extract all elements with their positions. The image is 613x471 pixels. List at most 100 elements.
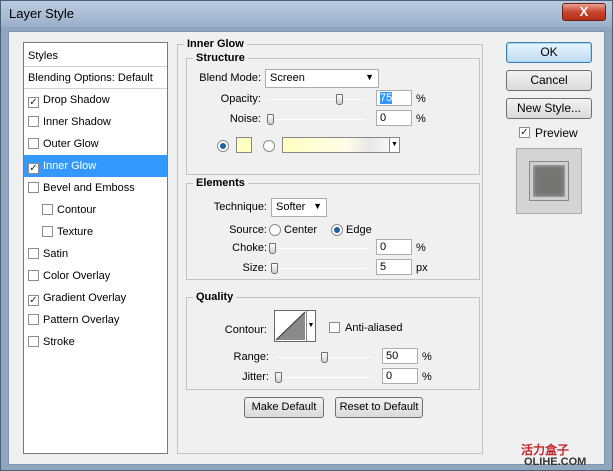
style-checkbox[interactable] [28, 182, 39, 193]
preview-checkbox[interactable]: ✓ [519, 127, 530, 138]
blend-mode-select[interactable]: Screen ▼ [265, 69, 379, 88]
preview-label: Preview [535, 126, 578, 140]
styles-list-item[interactable]: Stroke [24, 331, 167, 353]
reset-to-default-button[interactable]: Reset to Default [335, 397, 423, 418]
technique-select[interactable]: Softer ▼ [271, 198, 327, 217]
styles-list-item[interactable]: ✓ Inner Glow [24, 155, 167, 177]
watermark-url: OLIHE.COM [524, 456, 587, 468]
choke-slider-thumb[interactable] [269, 243, 276, 254]
ok-button[interactable]: OK [506, 42, 592, 63]
inner-glow-group: Inner Glow Structure Blend Mode: Screen … [177, 38, 483, 454]
style-checkbox[interactable] [28, 270, 39, 281]
opacity-input[interactable]: 75 [376, 90, 412, 106]
cancel-button[interactable]: Cancel [506, 70, 592, 91]
styles-list-item[interactable]: Color Overlay [24, 265, 167, 287]
size-input[interactable]: 5 [376, 259, 412, 275]
source-edge-radio[interactable] [331, 224, 343, 236]
styles-list-label: Outer Glow [43, 138, 99, 150]
styles-list-item[interactable]: Blending Options: Default [24, 67, 167, 89]
contour-curve-icon [275, 311, 306, 341]
noise-slider-track[interactable] [267, 119, 365, 120]
choke-unit: % [416, 242, 426, 254]
style-checkbox[interactable] [28, 314, 39, 325]
new-style-button[interactable]: New Style... [506, 98, 592, 119]
styles-list-label: Texture [57, 226, 94, 238]
contour-picker[interactable]: ▼ [274, 310, 316, 342]
make-default-button[interactable]: Make Default [244, 397, 324, 418]
styles-list-item[interactable]: Satin [24, 243, 167, 265]
source-center-radio[interactable] [269, 224, 281, 236]
styles-list-item[interactable]: ✓ Gradient Overlay [24, 287, 167, 309]
styles-list-label: Inner Shadow [43, 116, 111, 128]
styles-list-item[interactable]: Outer Glow [24, 133, 167, 155]
gradient-picker[interactable]: ▼ [282, 137, 400, 153]
styles-list-item[interactable]: Inner Shadow [24, 111, 167, 133]
title-bar[interactable]: Layer Style X [1, 1, 612, 27]
glow-color-swatch[interactable] [236, 137, 252, 153]
chevron-down-icon: ▼ [313, 201, 322, 211]
preview-swatch [530, 162, 568, 200]
elements-group: Elements Technique: Softer ▼ Source: Cen… [186, 177, 480, 280]
range-slider-thumb[interactable] [321, 352, 328, 363]
style-checkbox[interactable] [28, 248, 39, 259]
solid-color-radio[interactable] [217, 140, 229, 152]
range-input[interactable]: 50 [382, 348, 418, 364]
range-label: Range: [233, 351, 269, 363]
styles-list-label: Stroke [43, 336, 75, 348]
styles-list-item[interactable]: Pattern Overlay [24, 309, 167, 331]
jitter-input[interactable]: 0 [382, 368, 418, 384]
styles-list-item[interactable]: ✓ Drop Shadow [24, 89, 167, 111]
noise-slider-thumb[interactable] [267, 114, 274, 125]
noise-label: Noise: [229, 113, 261, 125]
anti-aliased-checkbox[interactable] [329, 322, 340, 333]
opacity-value: 75 [380, 92, 393, 104]
opacity-slider-track[interactable] [267, 99, 365, 100]
size-slider-thumb[interactable] [270, 263, 278, 274]
style-checkbox[interactable]: ✓ [28, 97, 39, 108]
blend-mode-value: Screen [270, 72, 305, 84]
styles-list-label: Contour [57, 204, 97, 216]
style-checkbox[interactable] [42, 226, 53, 237]
styles-list-item[interactable]: Texture [24, 221, 167, 243]
anti-aliased-label: Anti-aliased [345, 322, 403, 334]
watermark-logo: 活力盒子 [521, 443, 570, 457]
source-edge-label: Edge [346, 224, 372, 236]
choke-input[interactable]: 0 [376, 239, 412, 255]
layer-style-window: Layer Style X Styles Blending Options: De… [0, 0, 613, 471]
technique-value: Softer [276, 201, 306, 213]
noise-unit: % [416, 113, 426, 125]
gradient-radio[interactable] [263, 140, 275, 152]
opacity-unit: % [416, 93, 426, 105]
range-unit: % [422, 351, 432, 363]
style-checkbox[interactable]: ✓ [28, 295, 39, 306]
styles-list-item[interactable]: Bevel and Emboss [24, 177, 167, 199]
size-slider-track[interactable] [269, 268, 367, 269]
style-checkbox[interactable]: ✓ [28, 163, 39, 174]
jitter-slider-track[interactable] [275, 377, 373, 378]
styles-list-item[interactable]: Contour [24, 199, 167, 221]
structure-group: Structure Blend Mode: Screen ▼ Opacity: … [186, 52, 480, 175]
size-unit: px [416, 262, 428, 274]
style-checkbox[interactable] [42, 204, 53, 215]
styles-list-label: Styles [28, 50, 58, 62]
styles-list-label: Color Overlay [43, 270, 111, 282]
preview-thumbnail [516, 148, 582, 214]
chevron-down-icon[interactable]: ▼ [389, 138, 399, 152]
jitter-unit: % [422, 371, 432, 383]
chevron-down-icon[interactable]: ▼ [306, 311, 315, 341]
source-label: Source: [229, 224, 267, 236]
noise-input[interactable]: 0 [376, 110, 412, 126]
opacity-slider-thumb[interactable] [336, 94, 343, 105]
style-checkbox[interactable] [28, 116, 39, 127]
style-checkbox[interactable] [28, 336, 39, 347]
technique-label: Technique: [213, 201, 267, 213]
jitter-label: Jitter: [242, 371, 269, 383]
styles-list-label: Drop Shadow [43, 94, 110, 106]
styles-list-item[interactable]: Styles [24, 45, 167, 67]
opacity-label: Opacity: [220, 93, 261, 105]
styles-list: Styles Blending Options: Default ✓ Drop Sha… [23, 42, 168, 454]
jitter-slider-thumb[interactable] [275, 372, 282, 383]
choke-slider-track[interactable] [269, 248, 367, 249]
close-button[interactable]: X [562, 3, 606, 21]
style-checkbox[interactable] [28, 138, 39, 149]
